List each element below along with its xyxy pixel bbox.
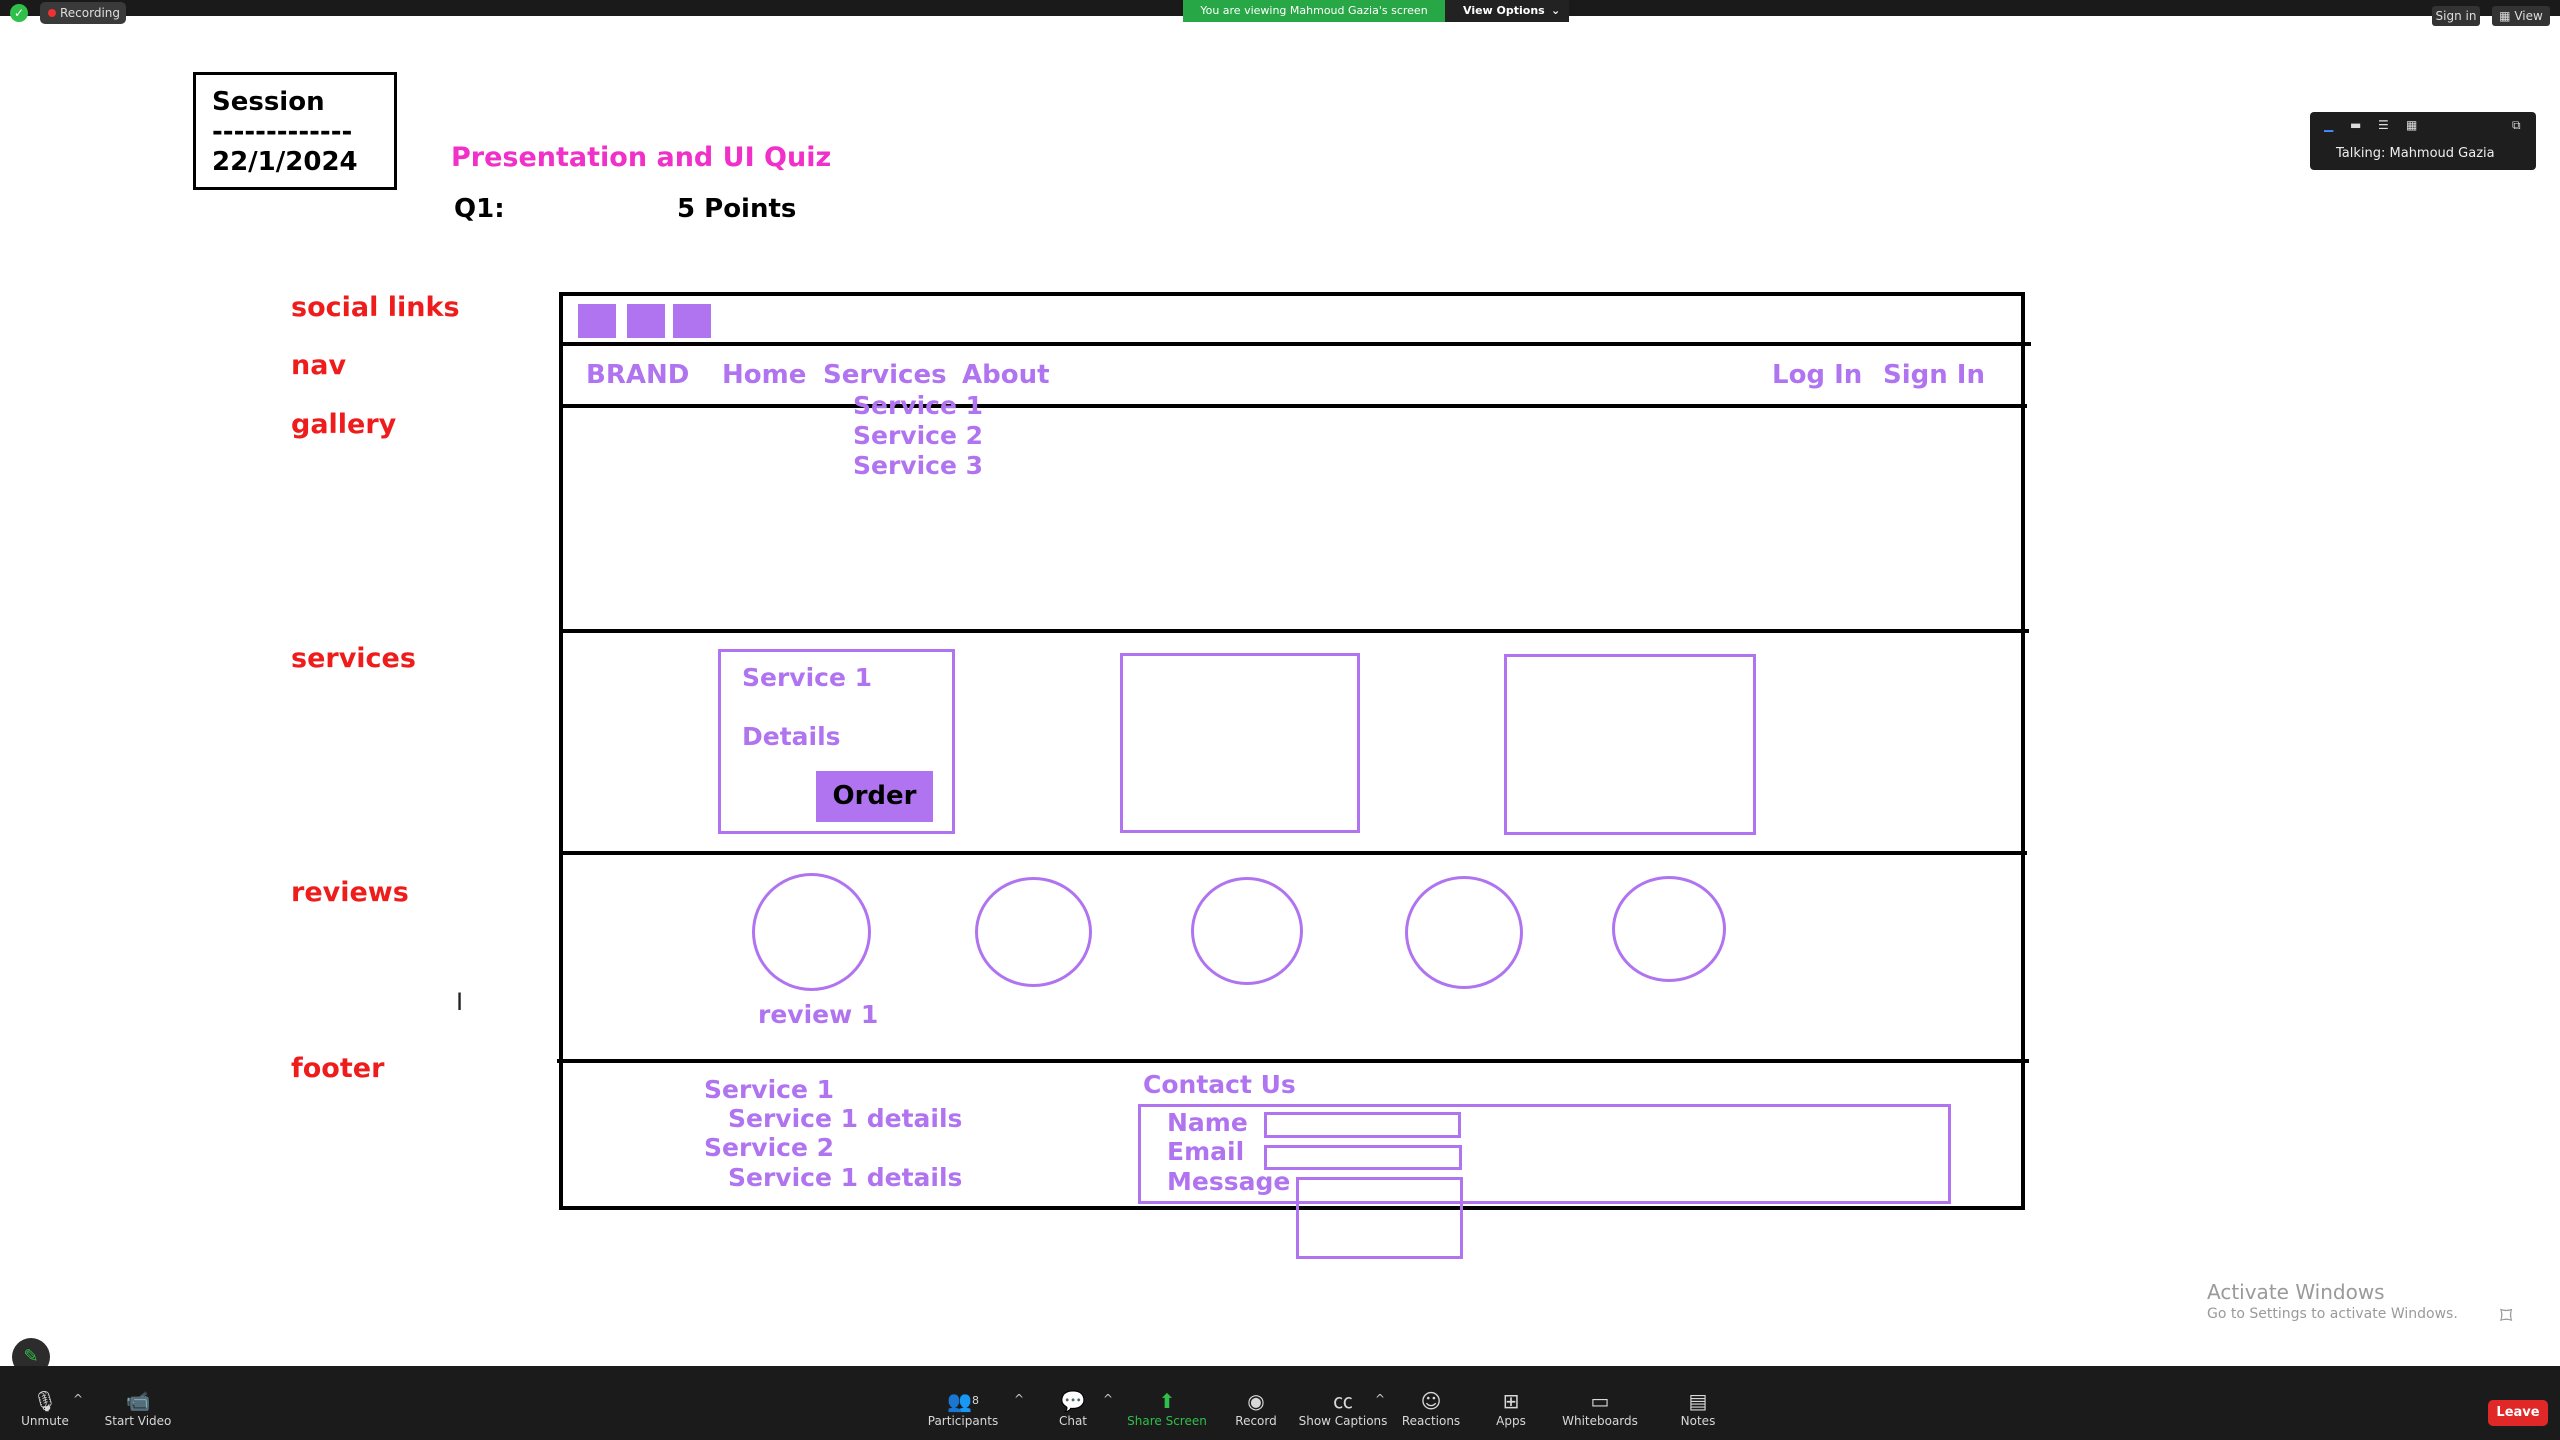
divider-reviews-footer [557,1059,2029,1063]
participants-button[interactable]: 👥8 Participants [903,1388,1023,1428]
divider-gallery-services [559,629,2029,633]
text-cursor-icon: I [456,988,464,1016]
nav-brand: BRAND [586,360,690,390]
activate-windows-subtitle: Go to Settings to activate Windows. [2207,1306,2458,1322]
label-gallery: gallery [291,409,397,440]
contact-message-label: Message [1167,1167,1291,1196]
service-card-details: Details [742,722,841,751]
pop-out-icon[interactable]: ⧉ [2512,118,2521,133]
contact-message-field [1296,1177,1463,1259]
activate-windows-notice: Activate Windows Go to Settings to activ… [2207,1280,2458,1322]
label-services: services [291,643,416,674]
nav-dropdown-item-3: Service 3 [853,451,984,480]
view-options-button[interactable]: View Options ⌄ [1445,0,1569,22]
contact-name-field [1264,1112,1461,1138]
divider-nav-gallery [559,404,2027,408]
review-avatar-5 [1612,876,1726,982]
review-label: review 1 [758,1000,879,1029]
talking-panel[interactable]: ▁ ▬ ☰ ▦ ⧉ Talking: Mahmoud Gazia [2310,112,2536,170]
security-shield-icon[interactable]: ✓ [10,4,28,22]
review-avatar-1 [752,873,871,991]
leave-button[interactable]: Leave [2488,1400,2548,1426]
recording-indicator[interactable]: Recording [40,2,126,24]
nav-dropdown-item-1: Service 1 [853,391,984,420]
quiz-title: Presentation and UI Quiz [451,142,832,173]
session-date: 22/1/2024 [212,147,358,177]
review-avatar-4 [1405,876,1523,989]
service-card-title: Service 1 [742,663,873,692]
activate-windows-title: Activate Windows [2207,1280,2385,1304]
viewing-screen-banner: You are viewing Mahmoud Gazia's screen [1183,0,1445,22]
contact-title: Contact Us [1143,1070,1296,1099]
nav-dropdown-item-2: Service 2 [853,421,984,450]
sign-in-button[interactable]: Sign in [2432,6,2480,26]
divider-services-reviews [559,851,2027,855]
nav-about: About [962,360,1050,390]
review-avatar-2 [975,877,1092,987]
session-divider: ------------- [212,117,353,147]
contact-email-field [1264,1145,1462,1170]
label-social-links: social links [291,292,460,323]
label-footer: footer [291,1053,385,1084]
chevron-down-icon: ⌄ [1551,4,1561,17]
participants-label: Participants [927,1414,999,1428]
start-video-label: Start Video [104,1414,172,1428]
review-avatar-3 [1191,877,1303,985]
minimize-icon[interactable]: ▁ [2324,118,2333,132]
session-box: Session ------------- 22/1/2024 [193,72,397,190]
contact-email-label: Email [1167,1137,1245,1166]
footer-service-2-details: Service 1 details [728,1163,963,1192]
footer-service-1: Service 1 [704,1075,835,1104]
contact-name-label: Name [1167,1108,1248,1137]
speaker-view-icon[interactable]: ▬ [2350,118,2361,132]
label-nav: nav [291,350,347,381]
feedback-icon[interactable]: ⌑ [2500,1302,2512,1330]
notes-label: Notes [1680,1414,1716,1428]
nav-login: Log In [1772,360,1863,390]
view-button[interactable]: ▦ View [2492,6,2550,26]
nav-home: Home [722,360,807,390]
nav-signin: Sign In [1883,360,1985,390]
stack-view-icon[interactable]: ☰ [2378,118,2389,132]
whiteboards-label: Whiteboards [1562,1414,1638,1428]
participants-count: 8 [971,1394,979,1407]
view-label: View [2514,9,2543,23]
record-label: Record [1235,1414,1277,1428]
recording-dot-icon [48,9,56,17]
session-title: Session [212,87,325,117]
service-card-3 [1504,654,1756,835]
footer-service-2: Service 2 [704,1133,835,1162]
divider-social-nav [559,342,2031,346]
footer-service-1-details: Service 1 details [728,1104,963,1133]
label-reviews: reviews [291,877,409,908]
question-label: Q1: [454,194,505,224]
view-grid-icon: ▦ [2499,9,2515,23]
talking-label: Talking: Mahmoud Gazia [2336,146,2495,161]
recording-label: Recording [60,6,121,20]
points-label: 5 Points [677,194,797,224]
service-order-button: Order [816,771,933,822]
video-off-icon: 📹 [125,1389,151,1413]
social-icon-1 [578,304,616,338]
social-icon-2 [627,304,665,338]
unmute-label: Unmute [21,1414,69,1428]
apps-label: Apps [1496,1414,1526,1428]
notes-icon: ▤ [1688,1389,1708,1413]
nav-services: Services [823,360,947,390]
gallery-view-icon[interactable]: ▦ [2406,118,2417,132]
video-layout-icons: ▁ ▬ ☰ ▦ ⧉ [2318,118,2528,132]
participants-icon: 👥8 [947,1389,979,1413]
notes-button[interactable]: ▤ Notes [1638,1388,1758,1428]
social-icon-3 [673,304,711,338]
start-video-button[interactable]: 📹 Start Video [78,1388,198,1428]
chat-label: Chat [1058,1414,1088,1428]
service-card-2 [1120,653,1360,833]
view-options-label: View Options [1463,4,1545,17]
share-screen-label: Share Screen [1127,1414,1207,1428]
